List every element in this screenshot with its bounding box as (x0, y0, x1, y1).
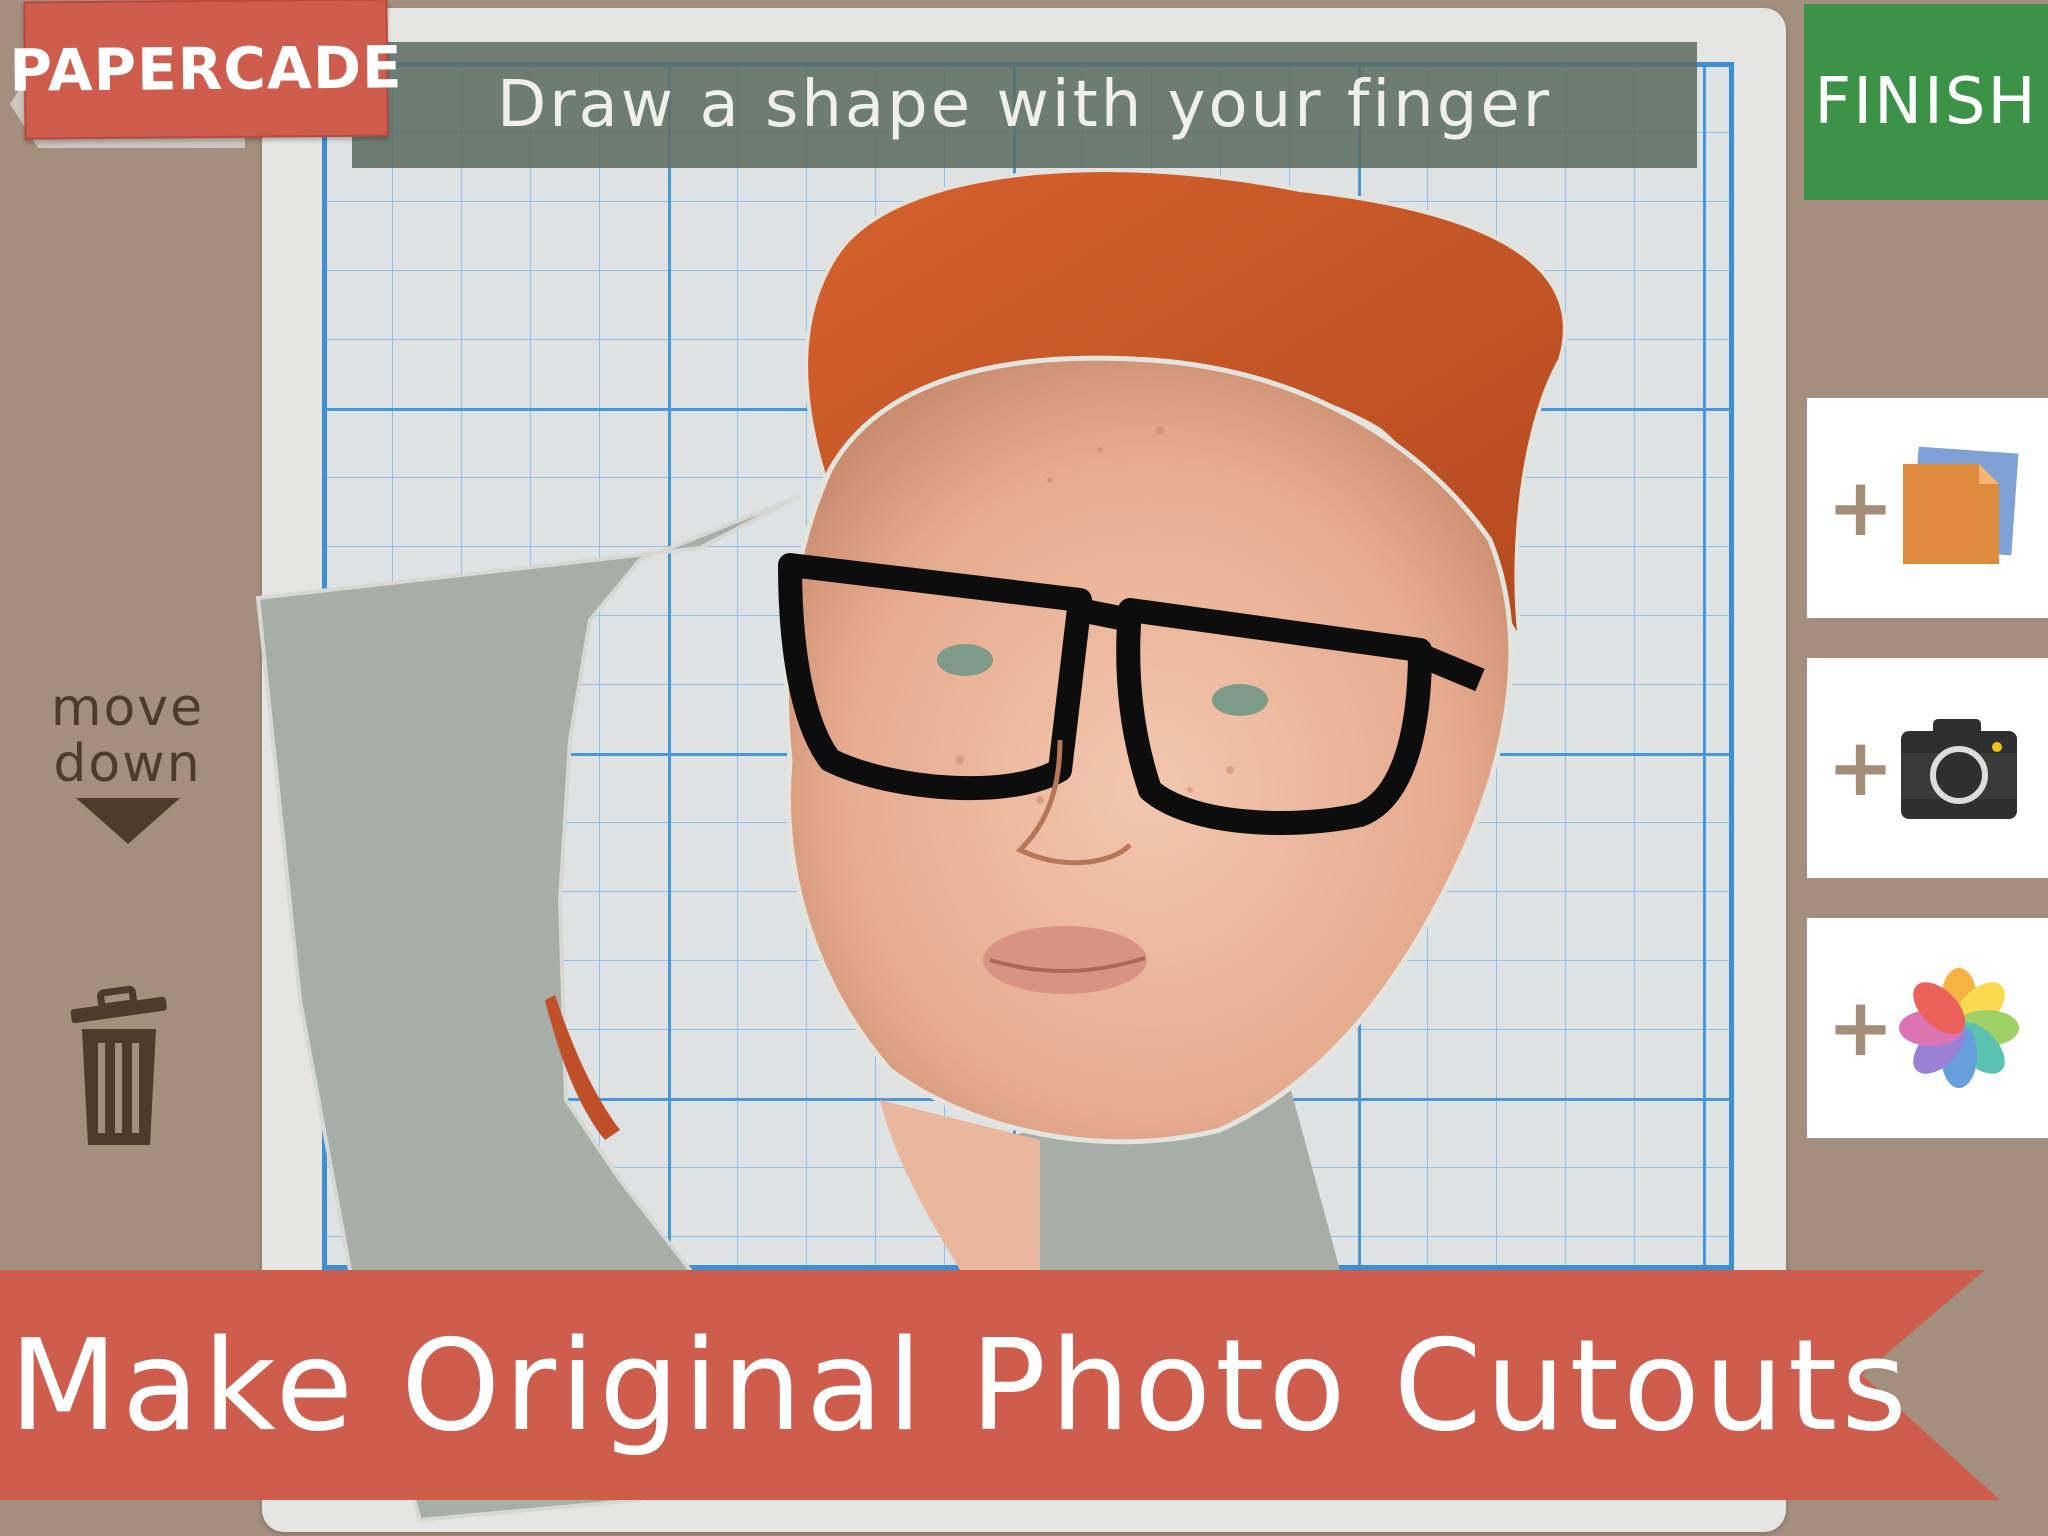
banner-text: Make Original Photo Cutouts (9, 1311, 1911, 1459)
logo-text: PAPERCADE (9, 33, 403, 105)
finish-button[interactable]: FINISH (1804, 4, 2048, 200)
plus-icon: + (1827, 721, 1895, 814)
camera-icon (1901, 719, 2017, 819)
instruction-text: Draw a shape with your finger (496, 68, 1553, 142)
arrow-down-icon (75, 798, 180, 844)
trash-icon[interactable] (68, 985, 170, 1150)
add-paper-button[interactable]: + (1807, 398, 2048, 618)
move-down-label-2: down (53, 734, 202, 794)
move-down-button[interactable]: move down (40, 680, 215, 844)
paper-stack-icon (1903, 446, 2019, 564)
papercade-logo[interactable]: PAPERCADE (9, 0, 403, 140)
plus-icon: + (1827, 461, 1895, 554)
move-down-label-1: move (50, 678, 205, 738)
plus-icon: + (1827, 981, 1895, 1074)
instruction-bar: Draw a shape with your finger (352, 42, 1697, 168)
add-camera-button[interactable]: + (1807, 658, 2048, 878)
photos-flower-icon (1899, 968, 2019, 1088)
add-photos-button[interactable]: + (1807, 918, 2048, 1138)
